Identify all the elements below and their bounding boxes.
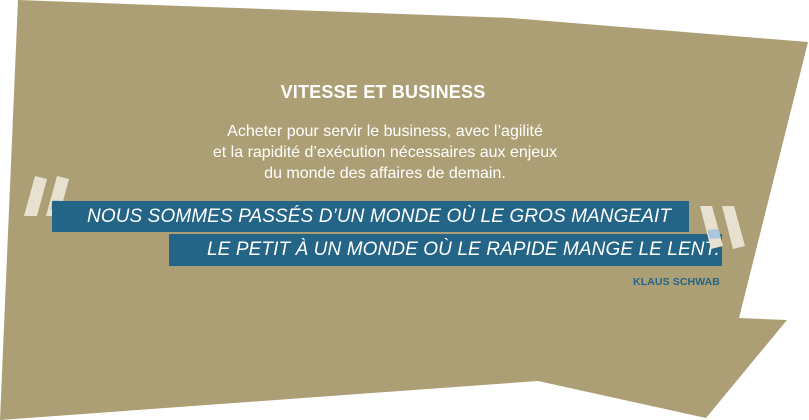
quote-card: VITESSE ET BUSINESS Acheter pour servir …: [0, 0, 809, 420]
intro-line: et la rapidité d’exécution nécessaires a…: [212, 144, 558, 161]
intro-line: Acheter pour servir le business, avec l’…: [227, 123, 543, 140]
page-title: VITESSE ET BUSINESS: [280, 82, 486, 102]
quote-line-2: LE PETIT À UN MONDE OÙ LE RAPIDE MANGE L…: [207, 239, 720, 260]
quote-line-1: NOUS SOMMES PASSÉS D’UN MONDE OÙ LE GROS…: [87, 206, 672, 227]
intro-line: du monde des affaires de demain.: [264, 165, 506, 182]
quote-author: KLAUS SCHWAB: [633, 276, 720, 288]
intro-paragraph: Acheter pour servir le business, avec l’…: [0, 121, 770, 184]
close-quote-icon: [700, 206, 745, 249]
